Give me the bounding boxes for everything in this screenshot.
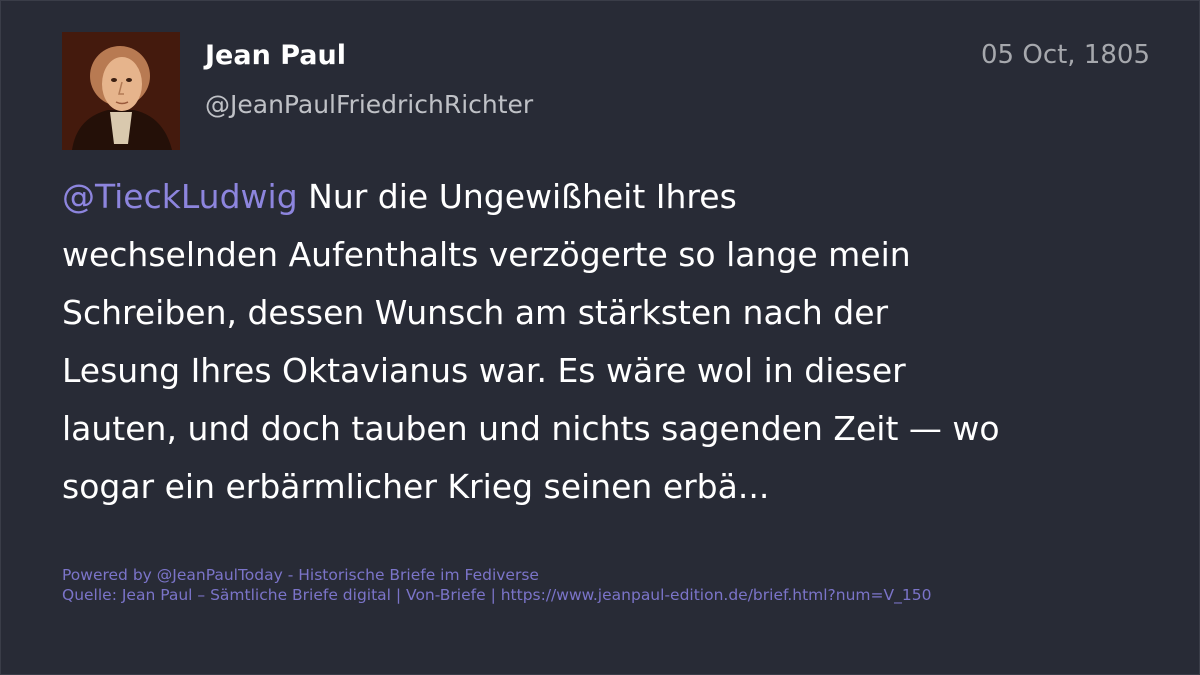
post-text-line: wechselnden Aufenthalts verzögerte so la… bbox=[62, 235, 911, 274]
post-text-line: Lesung Ihres Oktavianus war. Es wäre wol… bbox=[62, 351, 906, 390]
portrait-avatar-icon bbox=[62, 32, 180, 150]
footer: Powered by @JeanPaulToday - Historische … bbox=[62, 565, 1152, 605]
post-text-line: Schreiben, dessen Wunsch am stärksten na… bbox=[62, 293, 889, 332]
powered-by-text[interactable]: Powered by @JeanPaulToday - Historische … bbox=[62, 565, 1152, 585]
avatar[interactable] bbox=[62, 32, 180, 150]
post-text-line: Nur die Ungewißheit Ihres bbox=[297, 177, 737, 216]
post-text-line: lauten, und doch tauben und nichts sagen… bbox=[62, 409, 1000, 448]
author-name[interactable]: Jean Paul bbox=[205, 40, 346, 71]
author-handle[interactable]: @JeanPaulFriedrichRichter bbox=[205, 90, 533, 119]
mention-link[interactable]: @TieckLudwig bbox=[62, 177, 298, 216]
post-text-line: sogar ein erbärmlicher Krieg seinen erbä… bbox=[62, 467, 770, 506]
source-text[interactable]: Quelle: Jean Paul – Sämtliche Briefe dig… bbox=[62, 585, 1152, 605]
post-text: @TieckLudwig Nur die Ungewißheit Ihres w… bbox=[62, 168, 1152, 516]
post-date: 05 Oct, 1805 bbox=[981, 40, 1150, 70]
